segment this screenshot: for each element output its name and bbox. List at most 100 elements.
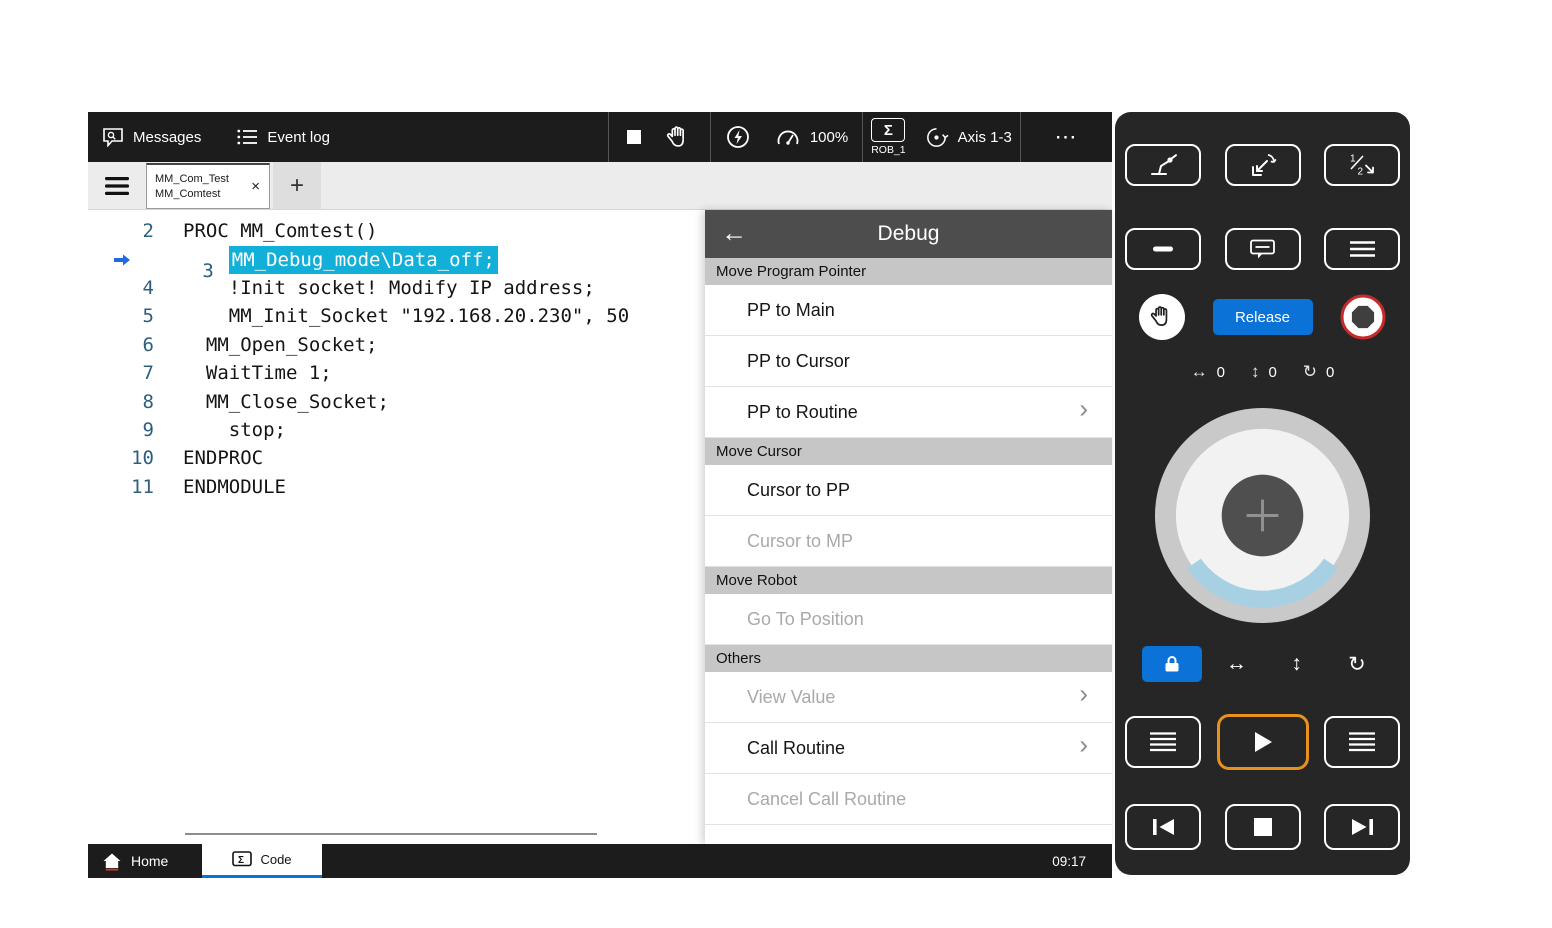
svg-text:1: 1 [1350, 154, 1356, 165]
release-button[interactable]: Release [1213, 299, 1313, 335]
chevron-right-icon: › [1079, 729, 1088, 760]
new-tab-button[interactable]: + [273, 162, 321, 209]
menu-key[interactable] [1324, 228, 1400, 270]
unit-axis-group: Σ ROB_1 Axis 1-3 [862, 112, 1020, 162]
step-backward-button[interactable] [1125, 804, 1201, 850]
back-arrow-icon[interactable]: ← [721, 217, 747, 248]
stop-square-icon [1254, 818, 1272, 836]
mechanical-unit-key[interactable] [1125, 144, 1201, 186]
increment-key[interactable]: 12 [1324, 144, 1400, 186]
event-log-label: Event log [267, 129, 330, 146]
lock-icon [1162, 654, 1182, 674]
message-key[interactable] [1225, 228, 1301, 270]
debug-item-pp-to-main[interactable]: PP to Main [705, 285, 1112, 336]
more-button[interactable]: ⋯ [1055, 124, 1079, 150]
step-backward-icon [1150, 817, 1177, 837]
hold-to-run-indicator[interactable] [1139, 294, 1185, 340]
execution-state-group [608, 112, 710, 162]
axis-rotate-icon: ↻ [1303, 362, 1317, 382]
line-number: 7 [143, 362, 154, 384]
joystick[interactable] [1153, 406, 1372, 625]
line-number: 4 [143, 277, 154, 299]
step-forward-button[interactable] [1324, 804, 1400, 850]
axis-select-button[interactable]: Axis 1-3 [924, 125, 1012, 150]
lock-toggle-button[interactable] [1142, 646, 1202, 682]
event-log-icon [237, 128, 258, 146]
status-bar: Home Σ Code 09:17 [88, 844, 1112, 878]
dash-icon [1152, 245, 1174, 253]
list-lines-icon [1348, 731, 1376, 753]
left-list-key[interactable] [1125, 716, 1201, 768]
manual-mode-hand-icon[interactable] [665, 124, 692, 151]
play-icon [1252, 730, 1274, 754]
motors-on-icon[interactable] [725, 124, 751, 150]
messages-label: Messages [133, 129, 201, 146]
code-app-tab[interactable]: Σ Code [202, 844, 322, 878]
home-button[interactable]: Home [88, 852, 168, 871]
debug-panel-header: ← Debug [705, 210, 1112, 258]
reorient-mode-icon[interactable]: ↻ [1331, 652, 1383, 677]
pendant-panel: 12 [1115, 112, 1410, 875]
debug-item-call-routine[interactable]: Call Routine › [705, 723, 1112, 774]
messages-button[interactable]: Messages [102, 127, 201, 147]
axis-linear-icon: ↔ [1191, 362, 1208, 382]
linear-mode-icon[interactable]: ↔ [1210, 652, 1262, 676]
code-tab-label: Code [260, 852, 291, 867]
chevron-right-icon: › [1079, 678, 1088, 709]
close-tab-button[interactable]: × [248, 176, 263, 197]
motor-speed-group: 100% [710, 112, 862, 162]
code-text: MM_Init_Socket "192.168.20.230", 50 [229, 305, 629, 327]
axis-label: Axis 1-3 [958, 129, 1012, 146]
debug-item-cancel-call-routine: Cancel Call Routine [705, 774, 1112, 825]
code-text: MM_Open_Socket; [206, 334, 378, 356]
event-log-button[interactable]: Event log [237, 128, 330, 146]
home-icon [102, 852, 122, 871]
line-number: 8 [143, 391, 154, 413]
right-list-key[interactable] [1324, 716, 1400, 768]
section-others: Others [705, 645, 1112, 672]
robot-code-app: Messages Event log [88, 112, 1112, 878]
axis-vertical-value: 0 [1268, 364, 1276, 381]
guard-stop-indicator[interactable] [1340, 294, 1386, 340]
code-app-icon: Σ [232, 851, 252, 868]
vertical-mode-icon[interactable]: ↕ [1271, 652, 1323, 676]
debug-panel: ← Debug Move Program Pointer PP to Main … [705, 210, 1112, 844]
increment-icon: 12 [1348, 152, 1376, 178]
hamburger-menu-button[interactable] [88, 162, 146, 209]
svg-text:Σ: Σ [238, 855, 244, 866]
home-label: Home [131, 853, 168, 869]
messages-icon [102, 127, 124, 147]
tab-title-file: MM_Com_Test [155, 172, 248, 186]
motion-mode-icon [1249, 152, 1277, 178]
debug-item-pp-to-cursor[interactable]: PP to Cursor [705, 336, 1112, 387]
robot-arm-icon [1148, 153, 1178, 177]
debug-item-cursor-to-pp[interactable]: Cursor to PP [705, 465, 1112, 516]
module-tab[interactable]: MM_Com_Test MM_Comtest × [146, 163, 270, 209]
code-text: ENDPROC [183, 447, 263, 469]
dash-key[interactable] [1125, 228, 1201, 270]
selected-statement[interactable]: MM_Debug_mode\Data_off; [229, 246, 498, 274]
motion-mode-key[interactable] [1225, 144, 1301, 186]
stopped-state-icon[interactable] [627, 130, 641, 144]
screen: Messages Event log [0, 0, 1552, 928]
message-panel-icon [1249, 238, 1276, 260]
robot-unit-icon: Σ [871, 118, 905, 142]
tab-title-module: MM_Comtest [155, 187, 248, 201]
axis-linear-value: 0 [1217, 364, 1225, 381]
axis-rotate-value: 0 [1326, 364, 1334, 381]
stop-button[interactable] [1225, 804, 1301, 850]
line-number: 6 [143, 334, 154, 356]
line-number: 5 [143, 305, 154, 327]
mechanical-unit-button[interactable]: Σ ROB_1 [871, 118, 905, 156]
tab-bar: MM_Com_Test MM_Comtest × + [88, 162, 1112, 210]
code-text: stop; [229, 419, 286, 441]
code-text: WaitTime 1; [206, 362, 332, 384]
start-button[interactable] [1217, 714, 1309, 770]
horizontal-scrollbar[interactable] [185, 833, 597, 835]
debug-item-pp-to-routine[interactable]: PP to Routine › [705, 387, 1112, 438]
chevron-right-icon: › [1079, 393, 1088, 424]
line-number: 9 [143, 419, 154, 441]
debug-item-view-value: View Value › [705, 672, 1112, 723]
speed-button[interactable]: 100% [775, 126, 848, 148]
hamburger-icon [105, 177, 129, 195]
